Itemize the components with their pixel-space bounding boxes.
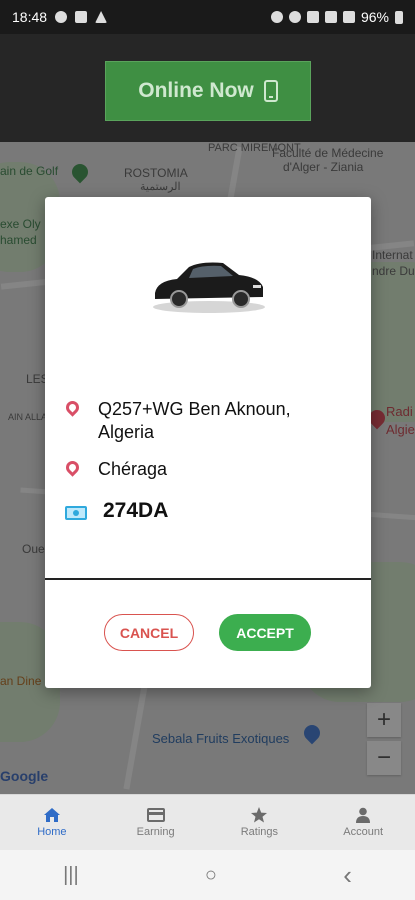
battery-percent: 96% <box>360 9 389 25</box>
nav-label-home: Home <box>37 826 67 838</box>
system-nav-bar: ||| ○ ‹ <box>0 850 415 900</box>
cash-icon <box>65 500 87 520</box>
top-bar: Online Now <box>0 34 415 142</box>
online-now-button[interactable]: Online Now <box>105 61 311 121</box>
dropoff-pin-icon <box>63 458 82 477</box>
cancel-button[interactable]: CANCEL <box>104 614 194 651</box>
back-button[interactable]: ‹ <box>343 860 352 891</box>
battery-icon <box>395 10 403 24</box>
nav-label-earning: Earning <box>136 826 175 838</box>
home-button[interactable]: ○ <box>205 864 217 887</box>
nav-label-account: Account <box>343 826 383 838</box>
dialog-divider <box>45 578 371 580</box>
status-right: 96% <box>270 9 403 25</box>
nav-item-home[interactable]: Home <box>0 795 104 850</box>
home-icon <box>43 808 60 822</box>
status-left: 18:48 <box>12 9 108 25</box>
signal-2-icon <box>342 11 355 23</box>
nav-label-ratings: Ratings <box>240 826 279 838</box>
dropoff-address: Chéraga <box>98 459 168 479</box>
warning-icon <box>95 11 108 23</box>
car-image <box>153 262 265 313</box>
accept-button[interactable]: ACCEPT <box>219 614 311 651</box>
pickup-row: Q257+WG Ben Aknoun, Algeria <box>63 398 328 444</box>
signal-icon <box>324 11 337 23</box>
status-time: 18:48 <box>12 9 48 25</box>
location-icon <box>288 11 301 23</box>
fare-price: 274DA <box>103 499 169 522</box>
pickup-address: Q257+WG Ben Aknoun, Algeria <box>98 399 291 442</box>
leaf-icon <box>55 11 68 23</box>
price-row: 274DA <box>65 497 168 525</box>
dropoff-row: Chéraga <box>63 458 168 481</box>
star-icon <box>251 807 268 823</box>
nav-item-ratings[interactable]: Ratings <box>208 795 312 850</box>
status-bar: 18:48 96% <box>0 0 415 34</box>
online-now-label: Online Now <box>138 79 254 102</box>
phone-icon <box>263 80 278 102</box>
nav-item-account[interactable]: Account <box>311 795 415 850</box>
alarm-icon <box>270 11 283 23</box>
image-icon <box>75 11 88 23</box>
ride-request-dialog: Q257+WG Ben Aknoun, Algeria Chéraga 274D… <box>45 197 371 688</box>
card-icon <box>146 808 165 822</box>
person-icon <box>356 807 371 823</box>
bottom-nav: Home Earning Ratings Account <box>0 794 415 850</box>
recents-button[interactable]: ||| <box>63 864 79 887</box>
wifi-icon <box>306 11 319 23</box>
pickup-pin-icon <box>63 398 82 417</box>
nav-item-earning[interactable]: Earning <box>104 795 208 850</box>
